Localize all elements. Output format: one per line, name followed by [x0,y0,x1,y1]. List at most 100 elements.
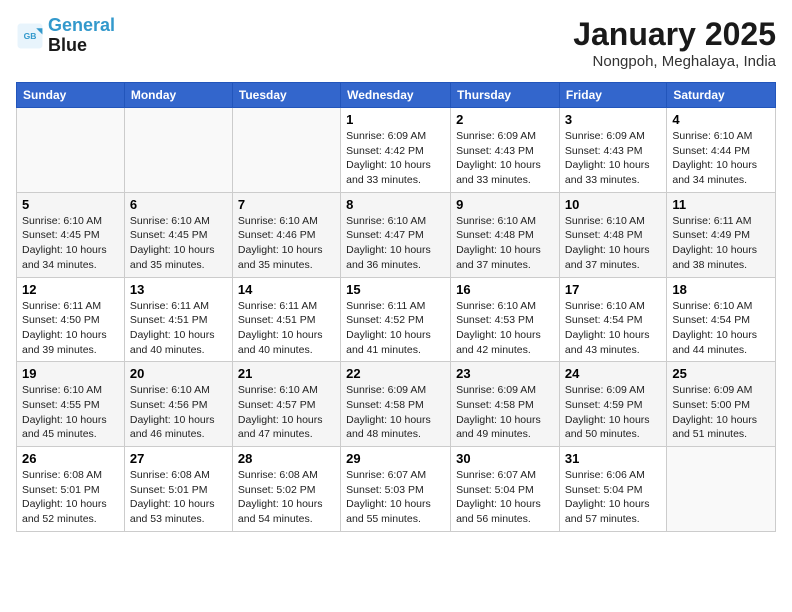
page-header: GB GeneralBlue January 2025 Nongpoh, Meg… [16,16,776,70]
day-number: 15 [346,282,445,297]
calendar-cell: 27Sunrise: 6:08 AM Sunset: 5:01 PM Dayli… [124,447,232,532]
calendar-cell [667,447,776,532]
calendar-cell: 30 Sunrise: 6:07 AM Sunset: 5:04 PM Dayli… [451,447,560,532]
day-info: Sunrise: 6:09 AM Sunset: 4:59 PM Dayligh… [565,383,661,442]
day-number: 11 [672,197,770,212]
day-number: 30 [456,451,554,466]
calendar-cell: 4 Sunrise: 6:10 AM Sunset: 4:44 PM Daylig… [667,108,776,193]
day-info: Sunrise: 6:10 AM Sunset: 4:55 PM Dayligh… [22,383,119,442]
day-info: Sunrise: 6:09 AM Sunset: 4:43 PM Dayligh… [456,129,554,188]
calendar-cell: 23Sunrise: 6:09 AM Sunset: 4:58 PM Dayli… [451,362,560,447]
calendar-table: SundayMondayTuesdayWednesdayThursdayFrid… [16,82,776,532]
calendar-cell: 1 Sunrise: 6:09 AM Sunset: 4:42 PM Daylig… [341,108,451,193]
day-number: 17 [565,282,661,297]
calendar-cell [124,108,232,193]
day-info: Sunrise: 6:07 AM Sunset: 5:04 PM Dayligh… [456,468,554,527]
day-info: Sunrise: 6:10 AM Sunset: 4:54 PM Dayligh… [565,299,661,358]
weekday-header-friday: Friday [559,83,666,108]
day-info: Sunrise: 6:09 AM Sunset: 4:43 PM Dayligh… [565,129,661,188]
weekday-header-tuesday: Tuesday [232,83,340,108]
location-subtitle: Nongpoh, Meghalaya, India [573,53,776,70]
calendar-cell: 7Sunrise: 6:10 AM Sunset: 4:46 PM Daylig… [232,192,340,277]
day-info: Sunrise: 6:10 AM Sunset: 4:46 PM Dayligh… [238,214,335,273]
day-number: 20 [130,366,227,381]
calendar-cell: 2 Sunrise: 6:09 AM Sunset: 4:43 PM Daylig… [451,108,560,193]
day-number: 13 [130,282,227,297]
calendar-cell: 18Sunrise: 6:10 AM Sunset: 4:54 PM Dayli… [667,277,776,362]
day-info: Sunrise: 6:10 AM Sunset: 4:44 PM Dayligh… [672,129,770,188]
day-number: 29 [346,451,445,466]
day-number: 27 [130,451,227,466]
day-number: 22 [346,366,445,381]
day-info: Sunrise: 6:11 AM Sunset: 4:49 PM Dayligh… [672,214,770,273]
day-info: Sunrise: 6:10 AM Sunset: 4:53 PM Dayligh… [456,299,554,358]
day-number: 28 [238,451,335,466]
day-number: 5 [22,197,119,212]
logo: GB GeneralBlue [16,16,115,56]
day-number: 3 [565,112,661,127]
calendar-cell: 10 Sunrise: 6:10 AM Sunset: 4:48 PM Dayli… [559,192,666,277]
day-number: 26 [22,451,119,466]
day-number: 21 [238,366,335,381]
day-info: Sunrise: 6:10 AM Sunset: 4:48 PM Dayligh… [456,214,554,273]
calendar-cell: 16 Sunrise: 6:10 AM Sunset: 4:53 PM Dayli… [451,277,560,362]
day-info: Sunrise: 6:10 AM Sunset: 4:56 PM Dayligh… [130,383,227,442]
day-number: 10 [565,197,661,212]
calendar-cell: 8Sunrise: 6:10 AM Sunset: 4:47 PM Daylig… [341,192,451,277]
calendar-cell: 12 Sunrise: 6:11 AM Sunset: 4:50 PM Dayli… [17,277,125,362]
calendar-cell: 24 Sunrise: 6:09 AM Sunset: 4:59 PM Dayli… [559,362,666,447]
day-number: 12 [22,282,119,297]
day-number: 25 [672,366,770,381]
calendar-cell: 26 Sunrise: 6:08 AM Sunset: 5:01 PM Dayli… [17,447,125,532]
day-info: Sunrise: 6:10 AM Sunset: 4:57 PM Dayligh… [238,383,335,442]
calendar-cell [232,108,340,193]
day-number: 19 [22,366,119,381]
day-info: Sunrise: 6:10 AM Sunset: 4:45 PM Dayligh… [22,214,119,273]
day-number: 8 [346,197,445,212]
day-info: Sunrise: 6:08 AM Sunset: 5:02 PM Dayligh… [238,468,335,527]
day-number: 2 [456,112,554,127]
day-number: 24 [565,366,661,381]
calendar-cell: 9Sunrise: 6:10 AM Sunset: 4:48 PM Daylig… [451,192,560,277]
day-info: Sunrise: 6:10 AM Sunset: 4:45 PM Dayligh… [130,214,227,273]
day-info: Sunrise: 6:09 AM Sunset: 4:42 PM Dayligh… [346,129,445,188]
calendar-cell: 17 Sunrise: 6:10 AM Sunset: 4:54 PM Dayli… [559,277,666,362]
calendar-cell: 19 Sunrise: 6:10 AM Sunset: 4:55 PM Dayli… [17,362,125,447]
weekday-header-saturday: Saturday [667,83,776,108]
title-block: January 2025 Nongpoh, Meghalaya, India [573,16,776,70]
calendar-cell: 13Sunrise: 6:11 AM Sunset: 4:51 PM Dayli… [124,277,232,362]
svg-text:GB: GB [24,31,37,41]
day-info: Sunrise: 6:06 AM Sunset: 5:04 PM Dayligh… [565,468,661,527]
calendar-cell: 28 Sunrise: 6:08 AM Sunset: 5:02 PM Dayli… [232,447,340,532]
calendar-cell: 20 Sunrise: 6:10 AM Sunset: 4:56 PM Dayli… [124,362,232,447]
month-title: January 2025 [573,16,776,53]
day-number: 31 [565,451,661,466]
calendar-cell: 14 Sunrise: 6:11 AM Sunset: 4:51 PM Dayli… [232,277,340,362]
day-number: 14 [238,282,335,297]
calendar-cell: 6 Sunrise: 6:10 AM Sunset: 4:45 PM Daylig… [124,192,232,277]
day-info: Sunrise: 6:07 AM Sunset: 5:03 PM Dayligh… [346,468,445,527]
day-number: 6 [130,197,227,212]
day-info: Sunrise: 6:08 AM Sunset: 5:01 PM Dayligh… [22,468,119,527]
calendar-cell: 29 Sunrise: 6:07 AM Sunset: 5:03 PM Dayli… [341,447,451,532]
day-info: Sunrise: 6:10 AM Sunset: 4:48 PM Dayligh… [565,214,661,273]
day-info: Sunrise: 6:11 AM Sunset: 4:52 PM Dayligh… [346,299,445,358]
weekday-header-wednesday: Wednesday [341,83,451,108]
calendar-cell: 22Sunrise: 6:09 AM Sunset: 4:58 PM Dayli… [341,362,451,447]
calendar-cell: 25Sunrise: 6:09 AM Sunset: 5:00 PM Dayli… [667,362,776,447]
weekday-header-sunday: Sunday [17,83,125,108]
calendar-cell [17,108,125,193]
day-info: Sunrise: 6:11 AM Sunset: 4:50 PM Dayligh… [22,299,119,358]
day-number: 23 [456,366,554,381]
calendar-cell: 21 Sunrise: 6:10 AM Sunset: 4:57 PM Dayli… [232,362,340,447]
day-number: 1 [346,112,445,127]
day-number: 16 [456,282,554,297]
calendar-cell: 11 Sunrise: 6:11 AM Sunset: 4:49 PM Dayli… [667,192,776,277]
calendar-cell: 31 Sunrise: 6:06 AM Sunset: 5:04 PM Dayli… [559,447,666,532]
weekday-header-thursday: Thursday [451,83,560,108]
day-info: Sunrise: 6:11 AM Sunset: 4:51 PM Dayligh… [238,299,335,358]
day-info: Sunrise: 6:10 AM Sunset: 4:54 PM Dayligh… [672,299,770,358]
calendar-cell: 3 Sunrise: 6:09 AM Sunset: 4:43 PM Daylig… [559,108,666,193]
day-number: 4 [672,112,770,127]
weekday-header-monday: Monday [124,83,232,108]
